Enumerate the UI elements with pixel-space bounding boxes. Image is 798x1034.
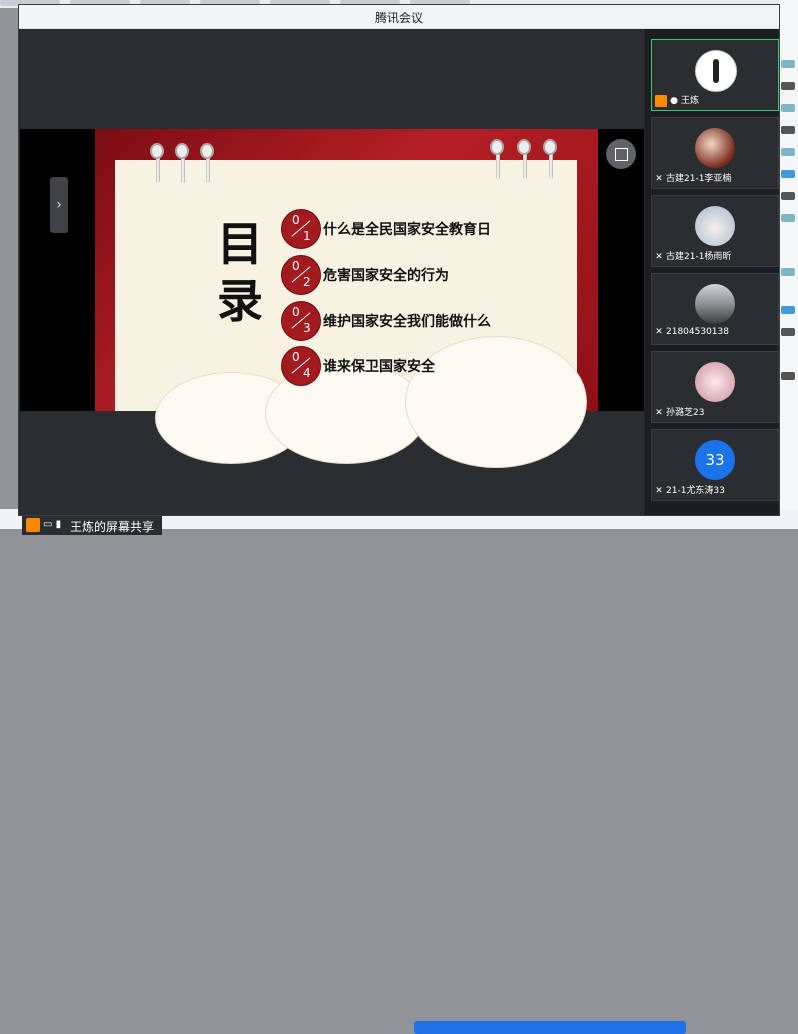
mic-muted-icon: ✕	[655, 408, 663, 418]
share-mic-icon: ▭ ▮	[43, 519, 62, 530]
participant-tile[interactable]: ✕ 古建21-1李亚楠	[651, 117, 779, 189]
toc-item-text: 谁来保卫国家安全	[323, 359, 435, 375]
mic-muted-icon: ✕	[655, 174, 663, 184]
participant-tile[interactable]: ✕ 孙潞芝23	[651, 351, 779, 423]
slide-paper: 目 录 0 1 什么是全民国家安全教育日 0 2 危害国家安全的行为 0 3 维…	[115, 160, 587, 468]
participant-panel: ● 王炼 ✕ 古建21-1李亚楠 ✕ 古建21-1杨雨昕 ✕ 21804530138 ✕…	[645, 29, 779, 515]
background-line	[781, 60, 795, 68]
slide-red-frame: 目 录 0 1 什么是全民国家安全教育日 0 2 危害国家安全的行为 0 3 维…	[95, 129, 598, 468]
participant-tile[interactable]: ● 王炼	[651, 39, 779, 111]
toc-item: 0 4 谁来保卫国家安全	[281, 346, 601, 386]
participant-name: ✕ 21-1尤东涛33	[655, 483, 725, 497]
avatar	[695, 362, 735, 402]
number-badge: 0 3	[281, 301, 321, 341]
binder-ring-top	[150, 143, 164, 159]
mic-muted-icon: ✕	[655, 252, 663, 262]
expand-sidebar-button[interactable]: ›	[50, 177, 68, 233]
badge-digit-2: 3	[303, 321, 311, 335]
background-line	[781, 170, 795, 178]
background-line	[781, 268, 795, 276]
toc-item: 0 3 维护国家安全我们能做什么	[281, 301, 601, 341]
participant-name-text: 王炼	[681, 96, 700, 106]
background-line	[781, 214, 795, 222]
screen-share-label: 王炼的屏幕共享	[70, 520, 155, 534]
layout-toggle-button[interactable]	[606, 139, 636, 169]
binder-ring-top	[543, 139, 557, 155]
avatar	[695, 50, 737, 92]
participant-name: ✕ 古建21-1杨雨昕	[655, 249, 731, 263]
heading-line-2: 录	[217, 274, 263, 328]
background-blue-button	[414, 1021, 686, 1034]
badge-digit-1: 0	[292, 259, 300, 273]
participant-name-text: 古建21-1李亚楠	[666, 174, 732, 184]
participant-name: ● 王炼	[655, 93, 699, 107]
participant-name: ✕ 21804530138	[655, 327, 729, 341]
toc-item: 0 2 危害国家安全的行为	[281, 255, 601, 295]
background-chat-strip	[778, 0, 798, 529]
host-avatar-icon	[26, 518, 40, 532]
background-line	[781, 328, 795, 336]
mic-on-icon: ●	[670, 96, 678, 106]
badge-digit-2: 4	[303, 366, 311, 380]
binder-ring-top	[175, 143, 189, 159]
avatar: 33	[695, 440, 735, 480]
background-line	[781, 126, 795, 134]
participant-tile[interactable]: ✕ 21804530138	[651, 273, 779, 345]
avatar	[695, 128, 735, 168]
participant-name-text: 21804530138	[666, 327, 729, 337]
heading-line-1: 目	[217, 217, 263, 271]
avatar	[695, 206, 735, 246]
binder-ring-top	[517, 139, 531, 155]
binder-ring-top	[490, 139, 504, 155]
badge-digit-1: 0	[292, 305, 300, 319]
number-badge: 0 1	[281, 209, 321, 249]
badge-digit-1: 0	[292, 350, 300, 364]
participant-tile[interactable]: 33 ✕ 21-1尤东涛33	[651, 429, 779, 501]
background-line	[781, 104, 795, 112]
participant-name-text: 21-1尤东涛33	[666, 486, 725, 496]
participant-name: ✕ 孙潞芝23	[655, 405, 704, 419]
number-badge: 0 2	[281, 255, 321, 295]
toc-item-text: 危害国家安全的行为	[323, 268, 449, 284]
toc-item-text: 维护国家安全我们能做什么	[323, 314, 491, 330]
title-bar: 腾讯会议	[19, 5, 779, 29]
participant-name-text: 孙潞芝23	[666, 408, 705, 418]
participant-tile[interactable]: ✕ 古建21-1杨雨昕	[651, 195, 779, 267]
slide-heading: 目 录	[214, 216, 266, 330]
binder-ring-top	[200, 143, 214, 159]
shared-screen-area: 目 录 0 1 什么是全民国家安全教育日 0 2 危害国家安全的行为 0 3 维…	[20, 29, 644, 535]
background-line	[781, 82, 795, 90]
participant-name: ✕ 古建21-1李亚楠	[655, 171, 731, 185]
screen-share-indicator: ▭ ▮ 王炼的屏幕共享	[22, 516, 162, 535]
toc-item: 0 1 什么是全民国家安全教育日	[281, 209, 601, 249]
badge-digit-1: 0	[292, 213, 300, 227]
badge-digit-2: 1	[303, 229, 311, 243]
background-line	[781, 306, 795, 314]
background-line	[781, 372, 795, 380]
mic-muted-icon: ✕	[655, 327, 663, 337]
badge-digit-2: 2	[303, 275, 311, 289]
mic-muted-icon: ✕	[655, 486, 663, 496]
avatar	[695, 284, 735, 324]
avatar-figure	[713, 59, 719, 83]
background-line	[781, 148, 795, 156]
background-line	[781, 192, 795, 200]
toc-item-text: 什么是全民国家安全教育日	[323, 222, 491, 238]
layout-icon	[615, 148, 628, 161]
meeting-window: 腾讯会议 目 录 0 1 什么是全民国家安全教育日 0 2 危害国家安全的行为 …	[18, 4, 780, 535]
host-badge-icon	[655, 94, 667, 107]
number-badge: 0 4	[281, 346, 321, 386]
participant-name-text: 古建21-1杨雨昕	[666, 252, 732, 262]
shared-slide: 目 录 0 1 什么是全民国家安全教育日 0 2 危害国家安全的行为 0 3 维…	[20, 129, 644, 468]
window-title: 腾讯会议	[374, 11, 423, 25]
